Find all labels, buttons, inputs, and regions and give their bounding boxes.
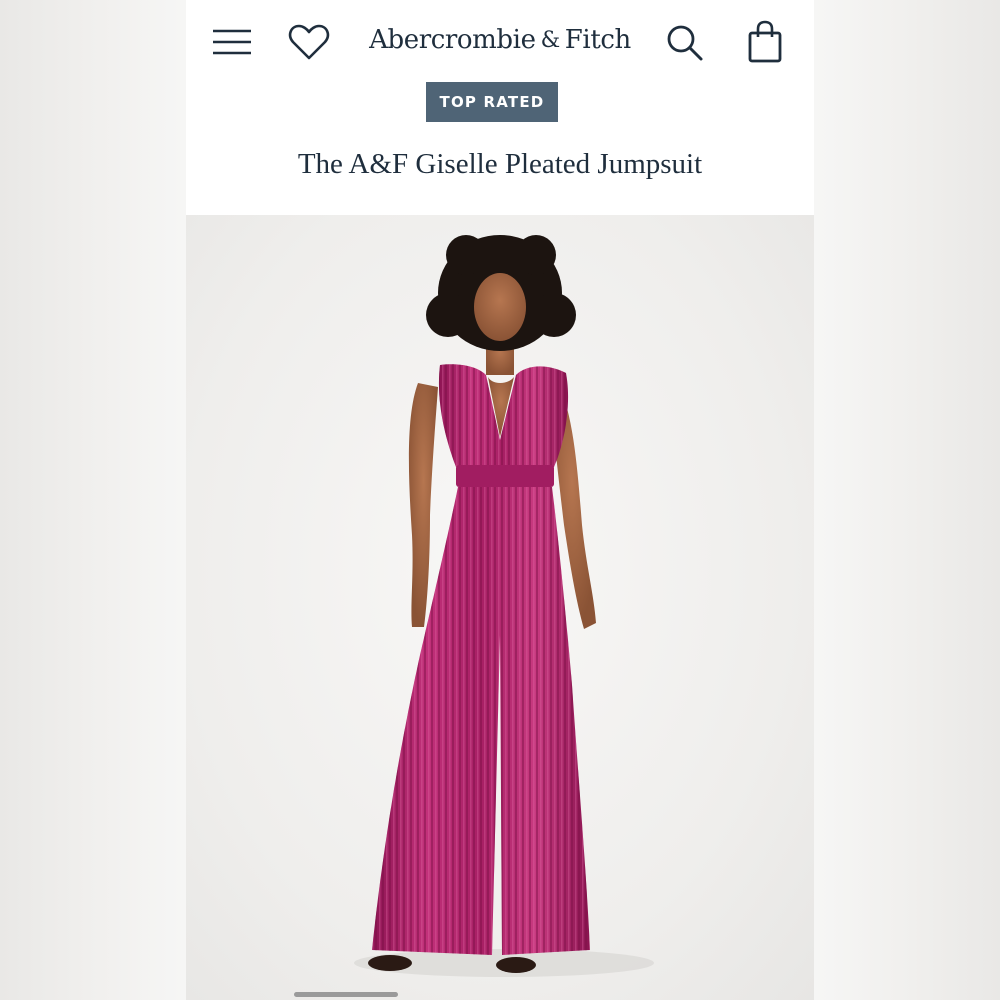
search-button[interactable] [662,20,708,66]
heart-icon [288,24,330,60]
hamburger-menu-icon [213,29,251,55]
scroll-indicator [294,992,398,997]
model-photo-illustration [354,235,654,977]
menu-button[interactable] [208,22,256,62]
brand-name-right: Fitch [564,25,632,55]
wishlist-button[interactable] [285,20,333,64]
brand-ampersand: & [540,27,561,53]
brand-name-left: Abercrombie [369,25,536,55]
phone-screen: Abercrombie & Fitch TOP RATED The A&F Gi… [186,0,814,1000]
search-icon [667,25,703,61]
product-image[interactable] [186,215,814,1000]
shopping-bag-icon [748,20,782,63]
product-header: Abercrombie & Fitch TOP RATED The A&F Gi… [186,0,814,215]
shopping-bag-button[interactable] [742,18,788,66]
product-title: The A&F Giselle Pleated Jumpsuit [297,147,703,180]
top-rated-badge: TOP RATED [426,82,558,122]
brand-logo[interactable]: Abercrombie & Fitch [336,18,664,62]
